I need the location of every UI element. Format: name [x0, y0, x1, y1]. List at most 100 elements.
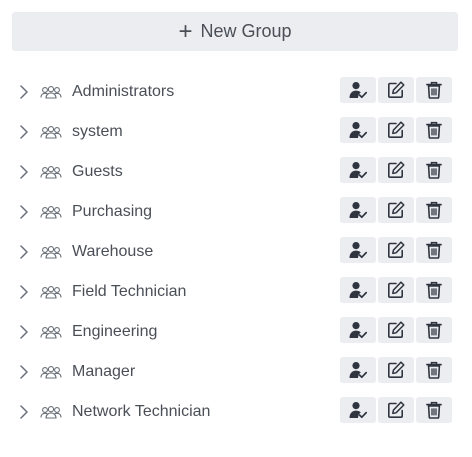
edit-group-button[interactable] [378, 237, 414, 263]
delete-group-button[interactable] [416, 357, 452, 383]
group-actions [340, 277, 453, 307]
chevron-right-icon[interactable] [16, 162, 32, 182]
manage-members-button[interactable] [340, 237, 376, 263]
manage-members-button[interactable] [340, 77, 376, 103]
group-row: system [0, 112, 472, 152]
user-check-icon [349, 321, 367, 339]
edit-icon [387, 281, 405, 299]
edit-group-button[interactable] [378, 117, 414, 143]
manage-members-button[interactable] [340, 157, 376, 183]
user-check-icon [349, 281, 367, 299]
group-row: Warehouse [0, 232, 472, 272]
user-check-icon [349, 161, 367, 179]
edit-group-button[interactable] [378, 357, 414, 383]
delete-group-button[interactable] [416, 157, 452, 183]
manage-members-button[interactable] [340, 197, 376, 223]
group-actions [340, 77, 453, 107]
delete-group-button[interactable] [416, 317, 452, 343]
chevron-right-icon[interactable] [16, 202, 32, 222]
manage-members-button[interactable] [340, 397, 376, 423]
chevron-right-icon[interactable] [16, 82, 32, 102]
group-actions [340, 357, 453, 387]
edit-icon [387, 161, 405, 179]
group-row: Guests [0, 152, 472, 192]
chevron-right-icon[interactable] [16, 122, 32, 142]
users-group-icon [40, 365, 62, 379]
group-actions [340, 397, 453, 427]
edit-icon [387, 201, 405, 219]
user-check-icon [349, 201, 367, 219]
group-name[interactable]: Field Technician [72, 282, 186, 302]
chevron-right-icon[interactable] [16, 402, 32, 422]
trash-icon [426, 161, 442, 179]
group-row: Engineering [0, 312, 472, 352]
group-row: Purchasing [0, 192, 472, 232]
new-group-label: New Group [200, 21, 292, 41]
users-group-icon [40, 405, 62, 419]
group-list: Administrators system Guests Purchasing Ware… [0, 72, 472, 432]
group-row: Manager [0, 352, 472, 392]
edit-icon [387, 361, 405, 379]
delete-group-button[interactable] [416, 197, 452, 223]
group-actions [340, 157, 453, 187]
users-group-icon [40, 85, 62, 99]
delete-group-button[interactable] [416, 77, 452, 103]
users-group-icon [40, 285, 62, 299]
chevron-right-icon[interactable] [16, 322, 32, 342]
group-row: Network Technician [0, 392, 472, 432]
trash-icon [426, 321, 442, 339]
trash-icon [426, 121, 442, 139]
chevron-right-icon[interactable] [16, 242, 32, 262]
manage-members-button[interactable] [340, 117, 376, 143]
manage-members-button[interactable] [340, 317, 376, 343]
chevron-right-icon[interactable] [16, 282, 32, 302]
plus-icon: + [178, 17, 193, 45]
edit-icon [387, 121, 405, 139]
delete-group-button[interactable] [416, 237, 452, 263]
group-actions [340, 117, 453, 147]
group-name[interactable]: Guests [72, 162, 123, 182]
edit-group-button[interactable] [378, 397, 414, 423]
edit-group-button[interactable] [378, 197, 414, 223]
users-group-icon [40, 205, 62, 219]
group-name[interactable]: Warehouse [72, 242, 153, 262]
group-name[interactable]: Purchasing [72, 202, 152, 222]
group-name[interactable]: Manager [72, 362, 135, 382]
new-group-button[interactable]: + New Group [12, 12, 458, 51]
trash-icon [426, 81, 442, 99]
group-actions [340, 237, 453, 267]
edit-icon [387, 401, 405, 419]
group-row: Field Technician [0, 272, 472, 312]
edit-group-button[interactable] [378, 157, 414, 183]
delete-group-button[interactable] [416, 397, 452, 423]
users-group-icon [40, 125, 62, 139]
group-name[interactable]: Network Technician [72, 402, 210, 422]
user-check-icon [349, 121, 367, 139]
trash-icon [426, 201, 442, 219]
edit-icon [387, 321, 405, 339]
edit-icon [387, 81, 405, 99]
users-group-icon [40, 245, 62, 259]
trash-icon [426, 281, 442, 299]
user-check-icon [349, 241, 367, 259]
group-actions [340, 197, 453, 227]
trash-icon [426, 361, 442, 379]
group-name[interactable]: Engineering [72, 322, 157, 342]
chevron-right-icon[interactable] [16, 362, 32, 382]
group-name[interactable]: system [72, 122, 123, 142]
user-check-icon [349, 361, 367, 379]
user-check-icon [349, 401, 367, 419]
trash-icon [426, 241, 442, 259]
edit-group-button[interactable] [378, 277, 414, 303]
edit-group-button[interactable] [378, 317, 414, 343]
group-actions [340, 317, 453, 347]
delete-group-button[interactable] [416, 277, 452, 303]
users-group-icon [40, 325, 62, 339]
manage-members-button[interactable] [340, 277, 376, 303]
group-name[interactable]: Administrators [72, 82, 174, 102]
group-row: Administrators [0, 72, 472, 112]
manage-members-button[interactable] [340, 357, 376, 383]
edit-group-button[interactable] [378, 77, 414, 103]
trash-icon [426, 401, 442, 419]
delete-group-button[interactable] [416, 117, 452, 143]
